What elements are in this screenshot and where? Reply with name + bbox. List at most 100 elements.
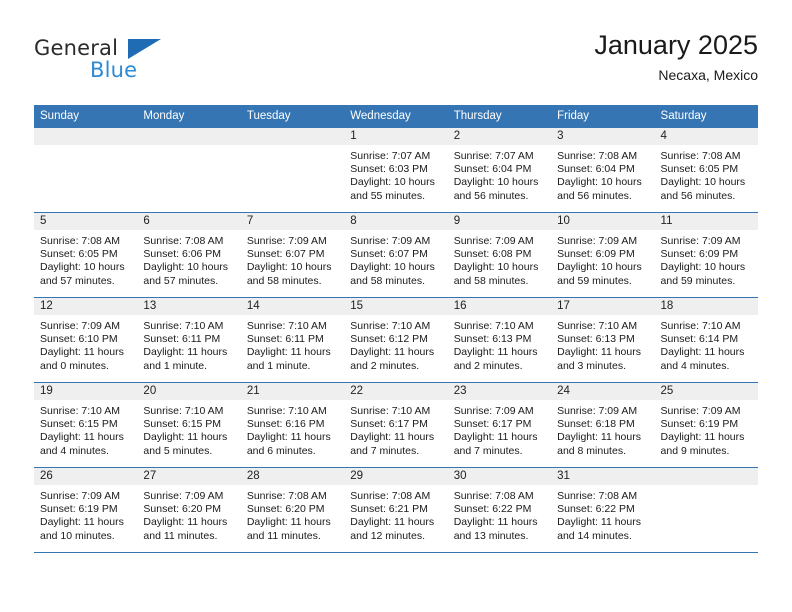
sunrise-text: Sunrise: 7:08 AM bbox=[453, 490, 534, 502]
day-details: Sunrise: 7:09 AM Sunset: 6:07 PM Daylight:… bbox=[344, 230, 447, 288]
sunrise-text: Sunrise: 7:08 AM bbox=[40, 235, 120, 247]
sunset-text: Sunset: 6:19 PM bbox=[660, 418, 739, 431]
calendar-day[interactable]: 14 Sunrise: 7:10 AM Sunset: 6:11 PM Dayligh… bbox=[240, 298, 345, 382]
daylight-text-line2: and 58 minutes. bbox=[453, 274, 529, 287]
daylight-text-line1: Daylight: 10 hours bbox=[660, 176, 746, 189]
day-number: 4 bbox=[654, 128, 758, 145]
sunrise-text: Sunrise: 7:08 AM bbox=[660, 150, 741, 162]
weekday-header-monday: Monday bbox=[137, 105, 241, 128]
sunset-text: Sunset: 6:17 PM bbox=[350, 418, 428, 431]
calendar-cell: 24 Sunrise: 7:09 AM Sunset: 6:18 PM Dayligh… bbox=[551, 382, 655, 468]
calendar-day[interactable]: 9 Sunrise: 7:09 AM Sunset: 6:08 PM Daylight… bbox=[447, 213, 552, 297]
calendar-cell: 8 Sunrise: 7:09 AM Sunset: 6:07 PM Daylight… bbox=[344, 212, 448, 298]
calendar-day[interactable]: 5 Sunrise: 7:08 AM Sunset: 6:05 PM Daylight… bbox=[34, 213, 138, 297]
calendar-cell bbox=[137, 128, 241, 213]
daylight-text-line1: Daylight: 10 hours bbox=[246, 261, 332, 274]
daylight-text-line2: and 1 minute. bbox=[143, 359, 208, 372]
daylight-text-line2: and 2 minutes. bbox=[453, 359, 523, 372]
day-details: Sunrise: 7:10 AM Sunset: 6:15 PM Daylight:… bbox=[34, 400, 137, 458]
sunrise-text: Sunrise: 7:10 AM bbox=[453, 320, 534, 332]
sunset-text: Sunset: 6:09 PM bbox=[660, 248, 739, 261]
sunrise-text: Sunrise: 7:09 AM bbox=[557, 235, 638, 247]
calendar-day[interactable]: 7 Sunrise: 7:09 AM Sunset: 6:07 PM Daylight… bbox=[240, 213, 345, 297]
calendar-day[interactable]: 30 Sunrise: 7:08 AM Sunset: 6:22 PM Dayligh… bbox=[447, 468, 552, 552]
sunset-text: Sunset: 6:07 PM bbox=[350, 248, 428, 261]
sunrise-text: Sunrise: 7:09 AM bbox=[660, 405, 741, 417]
calendar-day[interactable]: 8 Sunrise: 7:09 AM Sunset: 6:07 PM Daylight… bbox=[344, 213, 448, 297]
day-details: Sunrise: 7:10 AM Sunset: 6:15 PM Daylight:… bbox=[137, 400, 240, 458]
day-details: Sunrise: 7:09 AM Sunset: 6:17 PM Daylight:… bbox=[448, 400, 551, 458]
day-number: 25 bbox=[654, 383, 758, 400]
calendar-day[interactable]: 17 Sunrise: 7:10 AM Sunset: 6:13 PM Dayligh… bbox=[551, 298, 655, 382]
calendar-day[interactable]: 18 Sunrise: 7:10 AM Sunset: 6:14 PM Dayligh… bbox=[654, 298, 758, 382]
sunrise-text: Sunrise: 7:10 AM bbox=[246, 320, 327, 332]
calendar-day[interactable]: 26 Sunrise: 7:09 AM Sunset: 6:19 PM Dayligh… bbox=[34, 468, 138, 552]
calendar-cell: 19 Sunrise: 7:10 AM Sunset: 6:15 PM Dayligh… bbox=[34, 382, 138, 468]
day-number: 26 bbox=[34, 468, 138, 485]
sunrise-text: Sunrise: 7:07 AM bbox=[453, 150, 534, 162]
calendar-cell bbox=[34, 128, 138, 213]
sunrise-text: Sunrise: 7:07 AM bbox=[350, 150, 431, 162]
day-number: 11 bbox=[654, 213, 758, 230]
calendar-cell: 26 Sunrise: 7:09 AM Sunset: 6:19 PM Dayligh… bbox=[34, 467, 138, 553]
calendar-day[interactable]: 13 Sunrise: 7:10 AM Sunset: 6:11 PM Dayligh… bbox=[137, 298, 241, 382]
day-number: 23 bbox=[447, 383, 552, 400]
calendar-day[interactable]: 2 Sunrise: 7:07 AM Sunset: 6:04 PM Daylight… bbox=[447, 128, 552, 212]
weekday-header-friday: Friday bbox=[551, 105, 655, 128]
daylight-text-line1: Daylight: 11 hours bbox=[246, 431, 331, 444]
weekday-header-thursday: Thursday bbox=[447, 105, 552, 128]
calendar-day[interactable]: 21 Sunrise: 7:10 AM Sunset: 6:16 PM Dayligh… bbox=[240, 383, 345, 467]
daylight-text-line2: and 58 minutes. bbox=[350, 274, 425, 287]
calendar-day[interactable]: 31 Sunrise: 7:08 AM Sunset: 6:22 PM Dayligh… bbox=[551, 468, 655, 552]
calendar-cell: 25 Sunrise: 7:09 AM Sunset: 6:19 PM Dayligh… bbox=[654, 382, 758, 468]
daylight-text-line2: and 56 minutes. bbox=[660, 189, 736, 202]
calendar-day[interactable]: 20 Sunrise: 7:10 AM Sunset: 6:15 PM Dayligh… bbox=[137, 383, 241, 467]
daylight-text-line2: and 13 minutes. bbox=[453, 529, 529, 542]
day-details: Sunrise: 7:08 AM Sunset: 6:04 PM Daylight:… bbox=[551, 145, 654, 203]
day-details: Sunrise: 7:09 AM Sunset: 6:09 PM Daylight:… bbox=[551, 230, 654, 288]
day-number: 3 bbox=[551, 128, 655, 145]
calendar-day[interactable]: 16 Sunrise: 7:10 AM Sunset: 6:13 PM Dayligh… bbox=[447, 298, 552, 382]
calendar-day[interactable]: 19 Sunrise: 7:10 AM Sunset: 6:15 PM Dayligh… bbox=[34, 383, 138, 467]
sunrise-text: Sunrise: 7:10 AM bbox=[557, 320, 638, 332]
sunset-text: Sunset: 6:18 PM bbox=[557, 418, 635, 431]
calendar-day[interactable]: 29 Sunrise: 7:08 AM Sunset: 6:21 PM Dayligh… bbox=[344, 468, 448, 552]
calendar-day[interactable]: 28 Sunrise: 7:08 AM Sunset: 6:20 PM Dayligh… bbox=[240, 468, 345, 552]
daylight-text-line2: and 4 minutes. bbox=[40, 444, 109, 457]
sunset-text: Sunset: 6:04 PM bbox=[453, 163, 532, 176]
day-number: 1 bbox=[344, 128, 448, 145]
sunset-text: Sunset: 6:12 PM bbox=[350, 333, 428, 346]
calendar-day[interactable]: 27 Sunrise: 7:09 AM Sunset: 6:20 PM Dayligh… bbox=[137, 468, 241, 552]
brand-word-general: General bbox=[34, 36, 119, 60]
calendar-day[interactable]: 3 Sunrise: 7:08 AM Sunset: 6:04 PM Daylight… bbox=[551, 128, 655, 212]
day-details: Sunrise: 7:09 AM Sunset: 6:18 PM Daylight:… bbox=[551, 400, 654, 458]
daylight-text-line1: Daylight: 11 hours bbox=[660, 346, 745, 359]
daylight-text-line1: Daylight: 11 hours bbox=[350, 346, 435, 359]
day-number: 21 bbox=[240, 383, 345, 400]
calendar-day[interactable]: 12 Sunrise: 7:09 AM Sunset: 6:10 PM Dayligh… bbox=[34, 298, 138, 382]
brand-logo[interactable]: General Blue bbox=[34, 36, 234, 94]
calendar-day[interactable]: 15 Sunrise: 7:10 AM Sunset: 6:12 PM Dayligh… bbox=[344, 298, 448, 382]
calendar-day[interactable]: 6 Sunrise: 7:08 AM Sunset: 6:06 PM Daylight… bbox=[137, 213, 241, 297]
calendar-day[interactable]: 4 Sunrise: 7:08 AM Sunset: 6:05 PM Daylight… bbox=[654, 128, 758, 212]
day-number: 2 bbox=[447, 128, 552, 145]
calendar-day[interactable]: 25 Sunrise: 7:09 AM Sunset: 6:19 PM Dayligh… bbox=[654, 383, 758, 467]
masthead: General Blue January 2025 Necaxa, Mexico bbox=[34, 28, 758, 96]
daylight-text-line1: Daylight: 11 hours bbox=[40, 346, 124, 359]
calendar-day[interactable]: 24 Sunrise: 7:09 AM Sunset: 6:18 PM Dayligh… bbox=[551, 383, 655, 467]
calendar-day[interactable]: 11 Sunrise: 7:09 AM Sunset: 6:09 PM Dayligh… bbox=[654, 213, 758, 297]
day-details: Sunrise: 7:10 AM Sunset: 6:17 PM Daylight:… bbox=[344, 400, 447, 458]
day-details: Sunrise: 7:07 AM Sunset: 6:03 PM Daylight:… bbox=[344, 145, 447, 203]
day-number: 29 bbox=[344, 468, 448, 485]
daylight-text-line1: Daylight: 11 hours bbox=[660, 431, 745, 444]
sunset-text: Sunset: 6:20 PM bbox=[246, 503, 325, 516]
calendar-day[interactable]: 22 Sunrise: 7:10 AM Sunset: 6:17 PM Dayligh… bbox=[344, 383, 448, 467]
calendar-day[interactable]: 1 Sunrise: 7:07 AM Sunset: 6:03 PM Daylight… bbox=[344, 128, 448, 212]
sunset-text: Sunset: 6:10 PM bbox=[40, 333, 118, 346]
calendar-cell: 10 Sunrise: 7:09 AM Sunset: 6:09 PM Dayligh… bbox=[551, 212, 655, 298]
calendar-day[interactable]: 23 Sunrise: 7:09 AM Sunset: 6:17 PM Dayligh… bbox=[447, 383, 552, 467]
calendar-cell: 9 Sunrise: 7:09 AM Sunset: 6:08 PM Daylight… bbox=[447, 212, 552, 298]
calendar-day[interactable]: 10 Sunrise: 7:09 AM Sunset: 6:09 PM Dayligh… bbox=[551, 213, 655, 297]
daylight-text-line1: Daylight: 11 hours bbox=[246, 346, 331, 359]
daylight-text-line2: and 0 minutes. bbox=[40, 359, 109, 372]
